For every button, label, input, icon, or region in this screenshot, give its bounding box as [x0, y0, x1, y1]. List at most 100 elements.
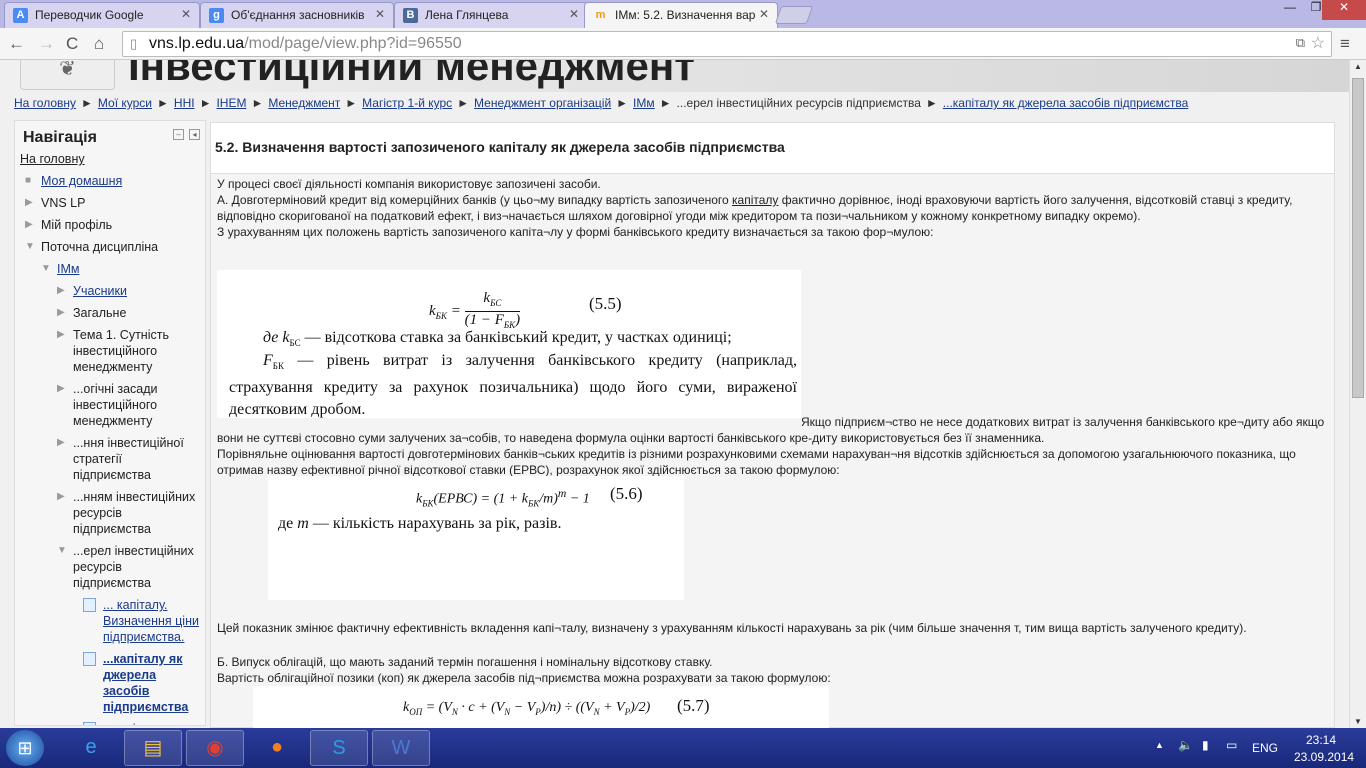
vertical-scrollbar[interactable]: ▲ ▼ — [1349, 60, 1366, 728]
nav-item[interactable]: ■ Моя домашня — [25, 173, 199, 189]
breadcrumb-item[interactable]: Мої курси — [98, 96, 152, 110]
nav-item[interactable]: ▼ ІМм — [41, 261, 199, 277]
tab-google-translate[interactable]: A Переводчик Google ✕ — [4, 2, 200, 28]
nav-item[interactable]: ▶ Тема 1. Сутність інвестиційного менеджм… — [57, 327, 199, 375]
start-button[interactable]: ⊞ — [6, 730, 44, 766]
nav-item-label: ...огічні засади інвестиційного менеджме… — [73, 382, 158, 428]
tab-title: Лена Глянцева — [425, 8, 509, 22]
google-icon: g — [209, 8, 224, 23]
word-icon[interactable]: W — [372, 730, 430, 766]
nav-item[interactable]: ... капіталу. Визначення ціни підприємст… — [83, 597, 199, 645]
tab-strip: A Переводчик Google ✕ g Об'єднання засновни… — [0, 0, 1366, 28]
nav-item[interactable]: ▶ ...огічні засади інвестиційного менеджм… — [57, 381, 199, 429]
scrollbar-thumb[interactable] — [1352, 78, 1364, 398]
internet-explorer-icon[interactable]: e — [62, 730, 120, 766]
breadcrumb-item[interactable]: ...капіталу як джерела засобів підприємс… — [943, 96, 1189, 110]
clock-time[interactable]: 23:14 — [1306, 733, 1336, 747]
translate-icon[interactable]: ⧉ — [1296, 35, 1305, 51]
paragraph: З урахуванням цих положень вартість запо… — [217, 225, 934, 239]
breadcrumb-item[interactable]: На головну — [14, 96, 76, 110]
nav-item[interactable]: ▶ ...нням інвестиційних ресурсів підприєм… — [57, 489, 199, 537]
breadcrumb-separator: ► — [457, 96, 470, 110]
close-icon[interactable]: ✕ — [759, 7, 769, 21]
firefox-icon[interactable]: ● — [248, 730, 306, 766]
menu-icon[interactable]: ≡ — [1340, 34, 1350, 54]
file-explorer-icon[interactable]: ▤ — [124, 730, 182, 766]
home-icon[interactable]: ⌂ — [94, 34, 104, 54]
collapsed-arrow-icon: ▶ — [57, 491, 65, 502]
breadcrumb-separator: ► — [616, 96, 629, 110]
paragraph: Порівняльне оцінювання вартості довготер… — [217, 447, 1296, 477]
collapsed-arrow-icon: ▶ — [25, 197, 33, 208]
breadcrumb-item[interactable]: Менеджмент організацій — [474, 96, 611, 110]
nav-item[interactable]: ▼ ...ерел інвестиційних ресурсів підприєм… — [57, 543, 199, 591]
site-header: ❦ Інвестиційний менеджмент — [0, 60, 1349, 92]
scroll-up-icon[interactable]: ▲ — [1354, 62, 1362, 71]
bookmark-star-icon[interactable]: ☆ — [1311, 33, 1325, 53]
moodle-icon: m — [595, 9, 606, 21]
formula-legend-2: FБК — рівень витрат із залучення банківс… — [229, 352, 798, 419]
scroll-down-icon[interactable]: ▼ — [1354, 717, 1362, 726]
nav-item[interactable]: ▼ Поточна дисципліна — [25, 239, 199, 255]
language-indicator[interactable]: ENG — [1252, 741, 1278, 755]
address-bar[interactable]: ▯ vns.lp.edu.ua/mod/page/view.php?id=9655… — [122, 31, 1332, 57]
page-content: У процесі своєї діяльності компанія вико… — [211, 173, 1334, 728]
reload-icon[interactable]: C — [66, 34, 78, 54]
forward-icon[interactable]: → — [38, 34, 55, 54]
breadcrumb-separator: ► — [251, 96, 264, 110]
expanded-arrow-icon: ▼ — [41, 263, 51, 274]
breadcrumb-item[interactable]: Магістр 1-й курс — [362, 96, 452, 110]
breadcrumb-item[interactable]: ННІ — [174, 96, 195, 110]
volume-icon[interactable]: 🔈 — [1178, 738, 1193, 752]
formula-5-6-image: kБК(ЕРВС) = (1 + kБК/m)m − 1 (5.6) де m … — [268, 476, 684, 600]
close-window-button[interactable]: ✕ — [1322, 0, 1366, 20]
breadcrumb-separator: ► — [81, 96, 93, 110]
new-tab-button[interactable] — [774, 6, 814, 24]
formula-5-5-image: kБК = kБС (1 − FБК) (5.5) де kБС — відсот… — [217, 270, 801, 418]
collapse-block-icon[interactable]: – — [173, 129, 184, 140]
tab-google[interactable]: g Об'єднання засновників ✕ — [200, 2, 394, 28]
skype-icon[interactable]: S — [310, 730, 368, 766]
tab-vk[interactable]: B Лена Глянцева ✕ — [394, 2, 588, 28]
close-icon[interactable]: ✕ — [181, 7, 191, 21]
breadcrumb-separator: ► — [199, 96, 212, 110]
breadcrumb-item[interactable]: ІНЕМ — [216, 96, 246, 110]
dock-block-icon[interactable]: ◂ — [189, 129, 200, 140]
nav-item[interactable]: ▶ Мій профіль — [25, 217, 199, 233]
text: А. Довготерміновий кредит від комерційни… — [217, 193, 733, 207]
back-icon[interactable]: ← — [8, 34, 25, 54]
show-hidden-icons[interactable]: ▲ — [1155, 740, 1164, 750]
battery-icon[interactable]: ▮ — [1202, 738, 1209, 752]
nav-item[interactable]: ...капіталу як джерела засобів підприємс… — [83, 651, 199, 715]
collapsed-arrow-icon: ▶ — [25, 219, 33, 230]
expanded-arrow-icon: ▼ — [25, 241, 35, 252]
tab-title: Об'єднання засновників — [231, 8, 365, 22]
nav-item[interactable]: ▶ VNS LP — [25, 195, 199, 211]
breadcrumb: На головну ► Мої курси ► ННІ ► ІНЕМ ► Менеджмент… — [14, 96, 1188, 110]
tab-active-page[interactable]: m IМм: 5.2. Визначення вар ✕ — [584, 2, 778, 28]
paragraph: Якщо підприєм¬ство не несе додаткових ви… — [217, 415, 1325, 445]
paragraph: У процесі своєї діяльності компанія вико… — [217, 177, 601, 191]
nav-home-link[interactable]: На головну — [20, 151, 199, 167]
collapsed-arrow-icon: ▶ — [57, 307, 65, 318]
university-logo[interactable]: ❦ — [20, 60, 115, 90]
minimize-button[interactable]: — — [1276, 0, 1304, 20]
clock-date[interactable]: 23.09.2014 — [1294, 750, 1354, 764]
formula-5-7: kОП = (VN · c + (VN − VP)/n) ÷ ((VN + VP… — [403, 700, 651, 717]
breadcrumb-separator: ► — [345, 96, 358, 110]
nav-item-label: Загальне — [73, 306, 127, 320]
breadcrumb-item[interactable]: Менеджмент — [268, 96, 340, 110]
page-icon — [83, 598, 96, 612]
network-icon[interactable]: ▭ — [1226, 738, 1237, 752]
close-icon[interactable]: ✕ — [569, 7, 579, 21]
close-icon[interactable]: ✕ — [375, 7, 385, 21]
main-content: 5.2. Визначення вартості запозиченого ка… — [210, 122, 1335, 728]
chrome-icon[interactable]: ◉ — [186, 730, 244, 766]
nav-item[interactable]: ▶ Загальне — [57, 305, 199, 321]
paragraph: Цей показник змінює фактичну ефективніст… — [217, 621, 1247, 635]
nav-item[interactable]: ▶ Учасники — [57, 283, 199, 299]
breadcrumb-item[interactable]: ІМм — [633, 96, 655, 110]
glossary-link-capital[interactable]: капіталу — [732, 193, 778, 207]
nav-item[interactable]: ▶ ...ння інвестиційної стратегії підприєм… — [57, 435, 199, 483]
nav-item[interactable]: ...капіталу як джерела засобів — [83, 721, 199, 725]
